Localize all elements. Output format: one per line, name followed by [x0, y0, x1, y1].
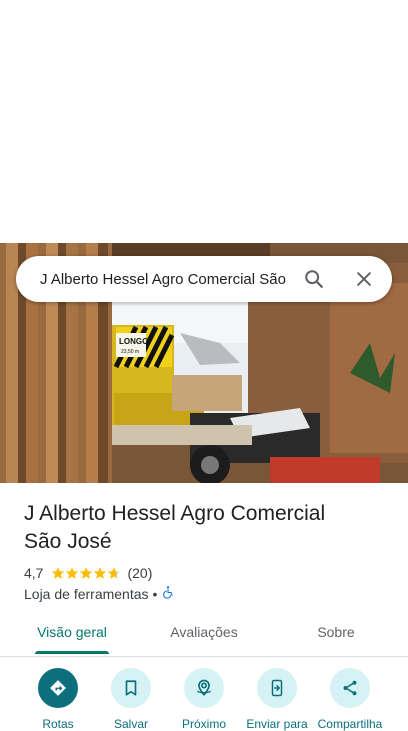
directions-button[interactable]: Rotas [18, 668, 98, 731]
nearby-icon [184, 668, 224, 708]
action-bar: Rotas Salvar Próximo Enviar para Compart… [0, 668, 408, 731]
star-icon [80, 567, 93, 579]
send-to-phone-icon [257, 668, 297, 708]
tab-overview[interactable]: Visão geral [24, 614, 120, 654]
half-star-icon [108, 567, 121, 579]
wheelchair-icon [161, 585, 175, 602]
review-count[interactable]: (20) [127, 565, 152, 581]
separator: • [152, 585, 158, 602]
search-input[interactable]: J Alberto Hessel Agro Comercial São José [40, 271, 286, 288]
search-bar[interactable]: J Alberto Hessel Agro Comercial São José [16, 256, 392, 302]
send-to-phone-button[interactable]: Enviar para [237, 668, 317, 731]
share-label: Compartilha [317, 717, 383, 731]
tab-about[interactable]: Sobre [300, 614, 372, 654]
rating-row[interactable]: 4,7 (20) [24, 565, 394, 581]
star-rating [51, 566, 121, 580]
active-tab-indicator [35, 651, 109, 654]
bookmark-icon [111, 668, 151, 708]
nearby-label: Próximo [181, 717, 226, 731]
nearby-button[interactable]: Próximo [164, 668, 244, 731]
blank-area [0, 0, 408, 243]
save-button[interactable]: Salvar [91, 668, 171, 731]
place-title: J Alberto Hessel Agro Comercial São José [24, 500, 394, 556]
directions-label: Rotas [42, 717, 74, 731]
share-button[interactable]: Compartilha [310, 668, 390, 731]
star-icon [94, 567, 107, 579]
sign-text: LONGO [119, 337, 148, 346]
place-category: Loja de ferramentas [24, 585, 149, 602]
directions-icon [38, 668, 78, 708]
send-to-phone-label: Enviar para [246, 717, 308, 731]
place-info: J Alberto Hessel Agro Comercial São José… [24, 500, 394, 602]
place-name-line1: J Alberto Hessel Agro Comercial [24, 502, 326, 525]
rating-value: 4,7 [24, 565, 44, 581]
search-icon[interactable] [300, 265, 328, 293]
save-label: Salvar [113, 717, 148, 731]
close-icon[interactable] [350, 265, 378, 293]
sign-subtext: 23,50 m [121, 349, 139, 355]
star-icon [66, 567, 79, 579]
tab-reviews[interactable]: Avaliações [156, 614, 252, 654]
share-icon [330, 668, 370, 708]
place-name-line2: São José [24, 530, 112, 553]
star-icon [52, 567, 65, 579]
category-row: Loja de ferramentas • [24, 585, 394, 602]
